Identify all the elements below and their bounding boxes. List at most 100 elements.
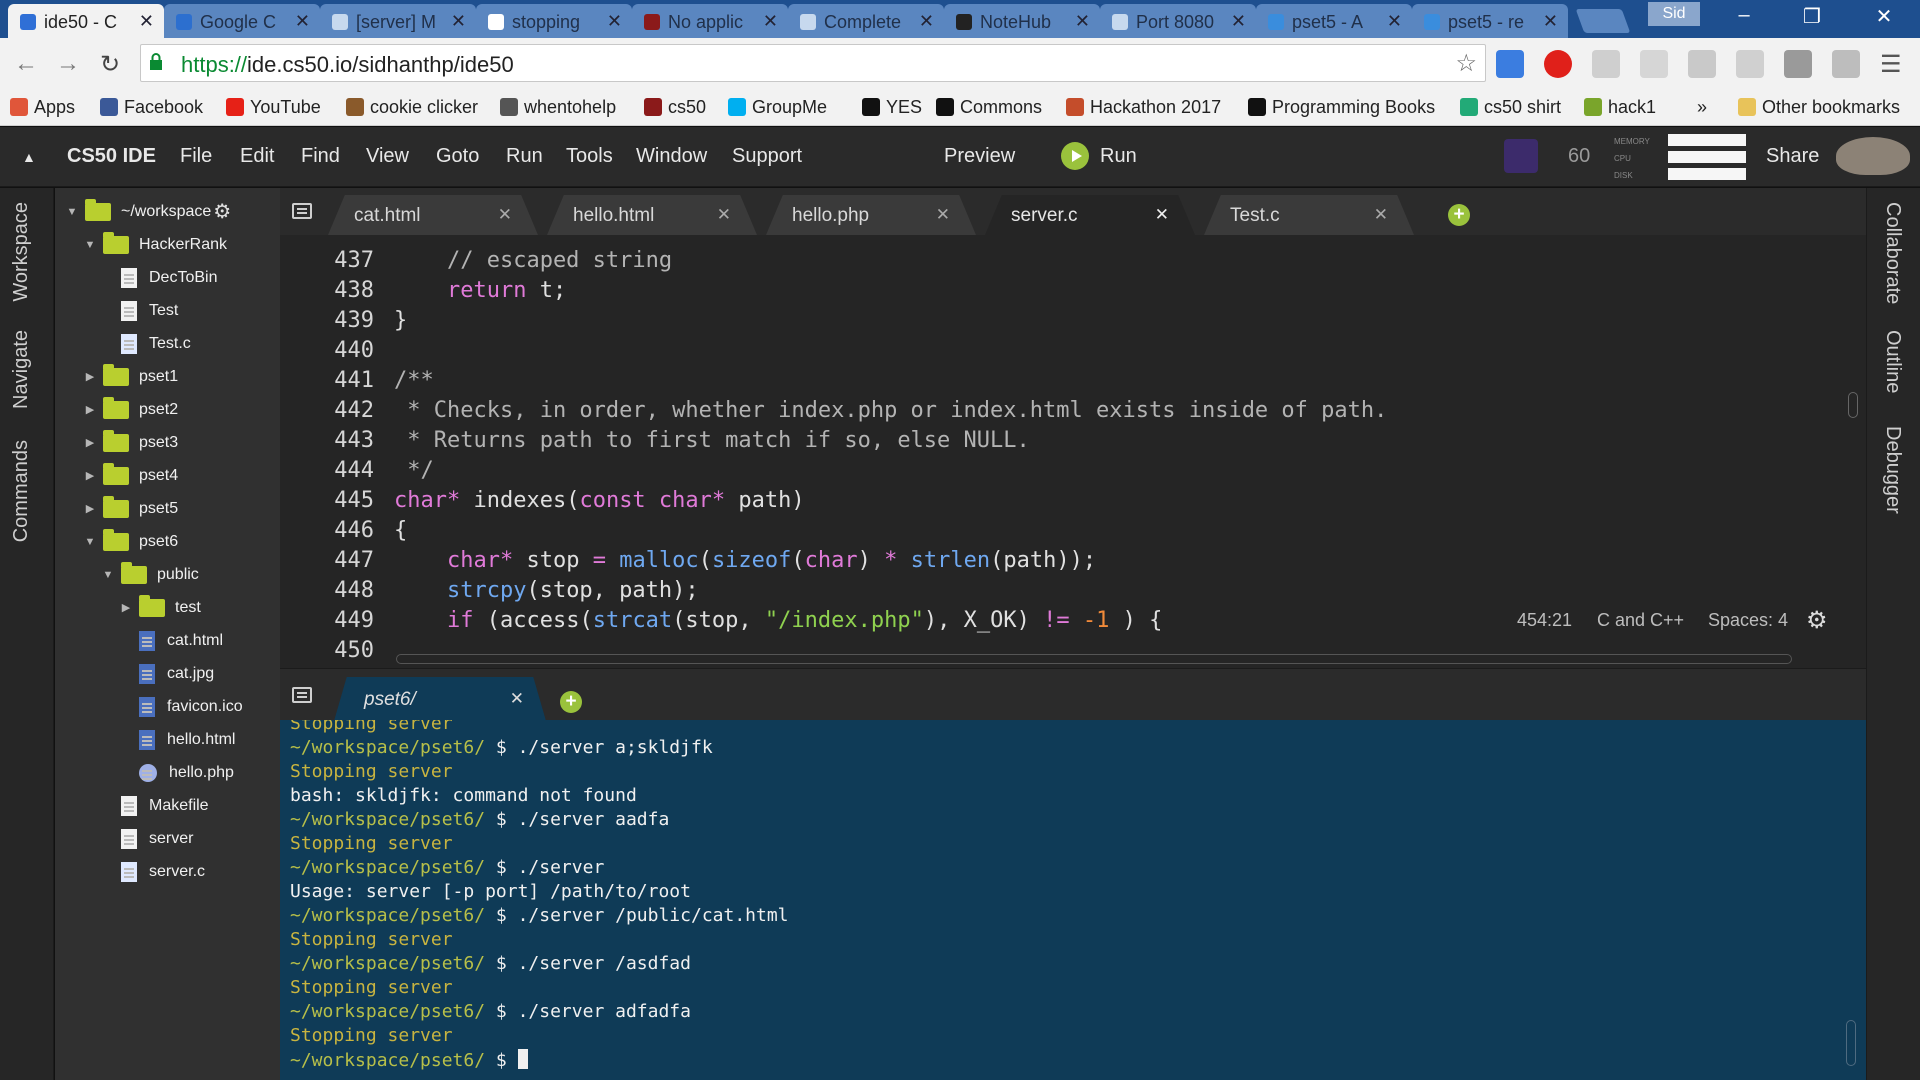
browser-tab[interactable]: Port 8080 ✕ (1100, 4, 1256, 38)
tab-collaborate[interactable]: Collaborate (1881, 202, 1904, 304)
file-item[interactable]: cat.jpg (119, 657, 214, 690)
bookmark-star-icon[interactable]: ☆ (1455, 49, 1477, 78)
browser-tab[interactable]: NoteHub ✕ (944, 4, 1100, 38)
file-item[interactable]: server.c (101, 855, 205, 888)
bookmark-cs50-shirt[interactable]: cs50 shirt (1460, 97, 1561, 118)
other-bookmarks[interactable]: Other bookmarks (1738, 97, 1900, 118)
close-editor-tab-icon[interactable]: ✕ (498, 205, 512, 225)
close-tab-icon[interactable]: ✕ (763, 11, 778, 32)
tab-navigate[interactable]: Navigate (10, 330, 33, 409)
folder-item[interactable]: ▼ public (101, 558, 199, 591)
collapsed-arrow-icon[interactable]: ▶ (83, 502, 97, 515)
close-editor-tab-icon[interactable]: ✕ (1374, 205, 1388, 225)
maximize-button[interactable]: ❐ (1792, 4, 1832, 34)
bookmark-commons[interactable]: Commons (936, 97, 1042, 118)
expanded-arrow-icon[interactable]: ▼ (83, 239, 97, 251)
expanded-arrow-icon[interactable]: ▼ (83, 536, 97, 548)
translate-extension-icon[interactable] (1496, 50, 1524, 78)
menu-view[interactable]: View (366, 145, 409, 168)
tab-debugger[interactable]: Debugger (1881, 426, 1904, 514)
folder-item[interactable]: ▶ pset1 (83, 360, 178, 393)
file-item[interactable]: hello.php (119, 756, 234, 789)
folder-item[interactable]: ▶ pset4 (83, 459, 178, 492)
expanded-arrow-icon[interactable]: ▼ (101, 569, 115, 581)
menu-goto[interactable]: Goto (436, 145, 479, 168)
menu-find[interactable]: Find (301, 145, 340, 168)
close-tab-icon[interactable]: ✕ (1543, 11, 1558, 32)
file-item[interactable]: server (101, 822, 193, 855)
close-tab-icon[interactable]: ✕ (1231, 11, 1246, 32)
browser-tab[interactable]: ide50 - C ✕ (8, 4, 164, 38)
forward-arrow-icon[interactable]: → (56, 50, 80, 78)
close-editor-tab-icon[interactable]: ✕ (717, 205, 731, 225)
folder-item[interactable]: ▼ pset6 (83, 525, 178, 558)
file-item[interactable]: DecToBin (101, 261, 217, 294)
preview-button[interactable]: Preview (944, 145, 1015, 168)
terminal-panel-menu-icon[interactable] (292, 687, 312, 703)
menu-window[interactable]: Window (636, 145, 707, 168)
menu-file[interactable]: File (180, 145, 212, 168)
browser-tab[interactable]: stopping ✕ (476, 4, 632, 38)
menu-run[interactable]: Run (506, 145, 543, 168)
new-tab-button[interactable] (1575, 9, 1631, 33)
file-item[interactable]: favicon.ico (119, 690, 243, 723)
browser-tab[interactable]: [server] M ✕ (320, 4, 476, 38)
close-tab-icon[interactable]: ✕ (1387, 11, 1402, 32)
editor-vertical-scrollbar[interactable] (1848, 392, 1858, 418)
editor-tab[interactable]: server.c ✕ (985, 195, 1195, 235)
menu-tools[interactable]: Tools (566, 145, 613, 168)
bookmarks-overflow-icon[interactable]: » (1697, 97, 1707, 118)
editor-settings-gear-icon[interactable]: ⚙ (1806, 606, 1828, 635)
tab-workspace[interactable]: Workspace (10, 202, 33, 302)
panel-menu-icon[interactable] (292, 203, 312, 219)
file-item[interactable]: hello.html (119, 723, 235, 756)
bookmark-facebook[interactable]: Facebook (100, 97, 203, 118)
collapsed-arrow-icon[interactable]: ▶ (119, 601, 133, 614)
new-terminal-plus-icon[interactable]: + (560, 691, 582, 713)
folder-item[interactable]: ▼ ~/workspace ⚙ (65, 195, 231, 228)
indent-setting[interactable]: Spaces: 4 (1708, 610, 1788, 631)
close-tab-icon[interactable]: ✕ (919, 11, 934, 32)
close-tab-icon[interactable]: ✕ (607, 11, 622, 32)
workspace-settings-gear-icon[interactable]: ⚙ (213, 199, 231, 224)
dropbox-extension-icon[interactable] (1688, 50, 1716, 78)
editor-tab[interactable]: cat.html ✕ (328, 195, 538, 235)
editor-tab[interactable]: hello.html ✕ (547, 195, 757, 235)
terminal-scrollbar[interactable] (1846, 1020, 1856, 1066)
bookmark-programming-books[interactable]: Programming Books (1248, 97, 1435, 118)
collapsed-arrow-icon[interactable]: ▶ (83, 436, 97, 449)
close-tab-icon[interactable]: ✕ (295, 11, 310, 32)
bookmark-yes[interactable]: YES (862, 97, 922, 118)
editor-tab[interactable]: Test.c ✕ (1204, 195, 1414, 235)
close-tab-icon[interactable]: ✕ (1075, 11, 1090, 32)
run-button[interactable]: Run (1100, 145, 1137, 168)
folder-item[interactable]: ▼ HackerRank (83, 228, 227, 261)
file-item[interactable]: Makefile (101, 789, 209, 822)
bookmark-hack1[interactable]: hack1 (1584, 97, 1656, 118)
editor-horizontal-scrollbar[interactable] (396, 654, 1792, 664)
bookmark-youtube[interactable]: YouTube (226, 97, 321, 118)
close-terminal-tab-icon[interactable]: ✕ (510, 689, 524, 709)
menu-edit[interactable]: Edit (240, 145, 274, 168)
opera-extension-icon[interactable] (1544, 50, 1572, 78)
menu-support[interactable]: Support (732, 145, 802, 168)
tab-commands[interactable]: Commands (10, 440, 33, 542)
editor-tab[interactable]: hello.php ✕ (766, 195, 976, 235)
ide-brand[interactable]: CS50 IDE (67, 145, 156, 168)
share-button[interactable]: Share (1766, 145, 1819, 168)
browser-tab[interactable]: Complete ✕ (788, 4, 944, 38)
folder-item[interactable]: ▶ pset2 (83, 393, 178, 426)
url-bar[interactable]: https://ide.cs50.io/sidhanthp/ide50 ☆ (140, 44, 1486, 82)
close-tab-icon[interactable]: ✕ (451, 11, 466, 32)
file-item[interactable]: cat.html (119, 624, 223, 657)
bookmark-cs50[interactable]: cs50 (644, 97, 706, 118)
bookmark-cookie-clicker[interactable]: cookie clicker (346, 97, 478, 118)
bird-extension-icon[interactable] (1640, 50, 1668, 78)
close-editor-tab-icon[interactable]: ✕ (936, 205, 950, 225)
expanded-arrow-icon[interactable]: ▼ (65, 206, 79, 218)
browser-tab[interactable]: Google C ✕ (164, 4, 320, 38)
folder-item[interactable]: ▶ pset5 (83, 492, 178, 525)
browser-tab[interactable]: No applic ✕ (632, 4, 788, 38)
bookmark-hackathon-2017[interactable]: Hackathon 2017 (1066, 97, 1221, 118)
tab-outline[interactable]: Outline (1881, 330, 1904, 393)
